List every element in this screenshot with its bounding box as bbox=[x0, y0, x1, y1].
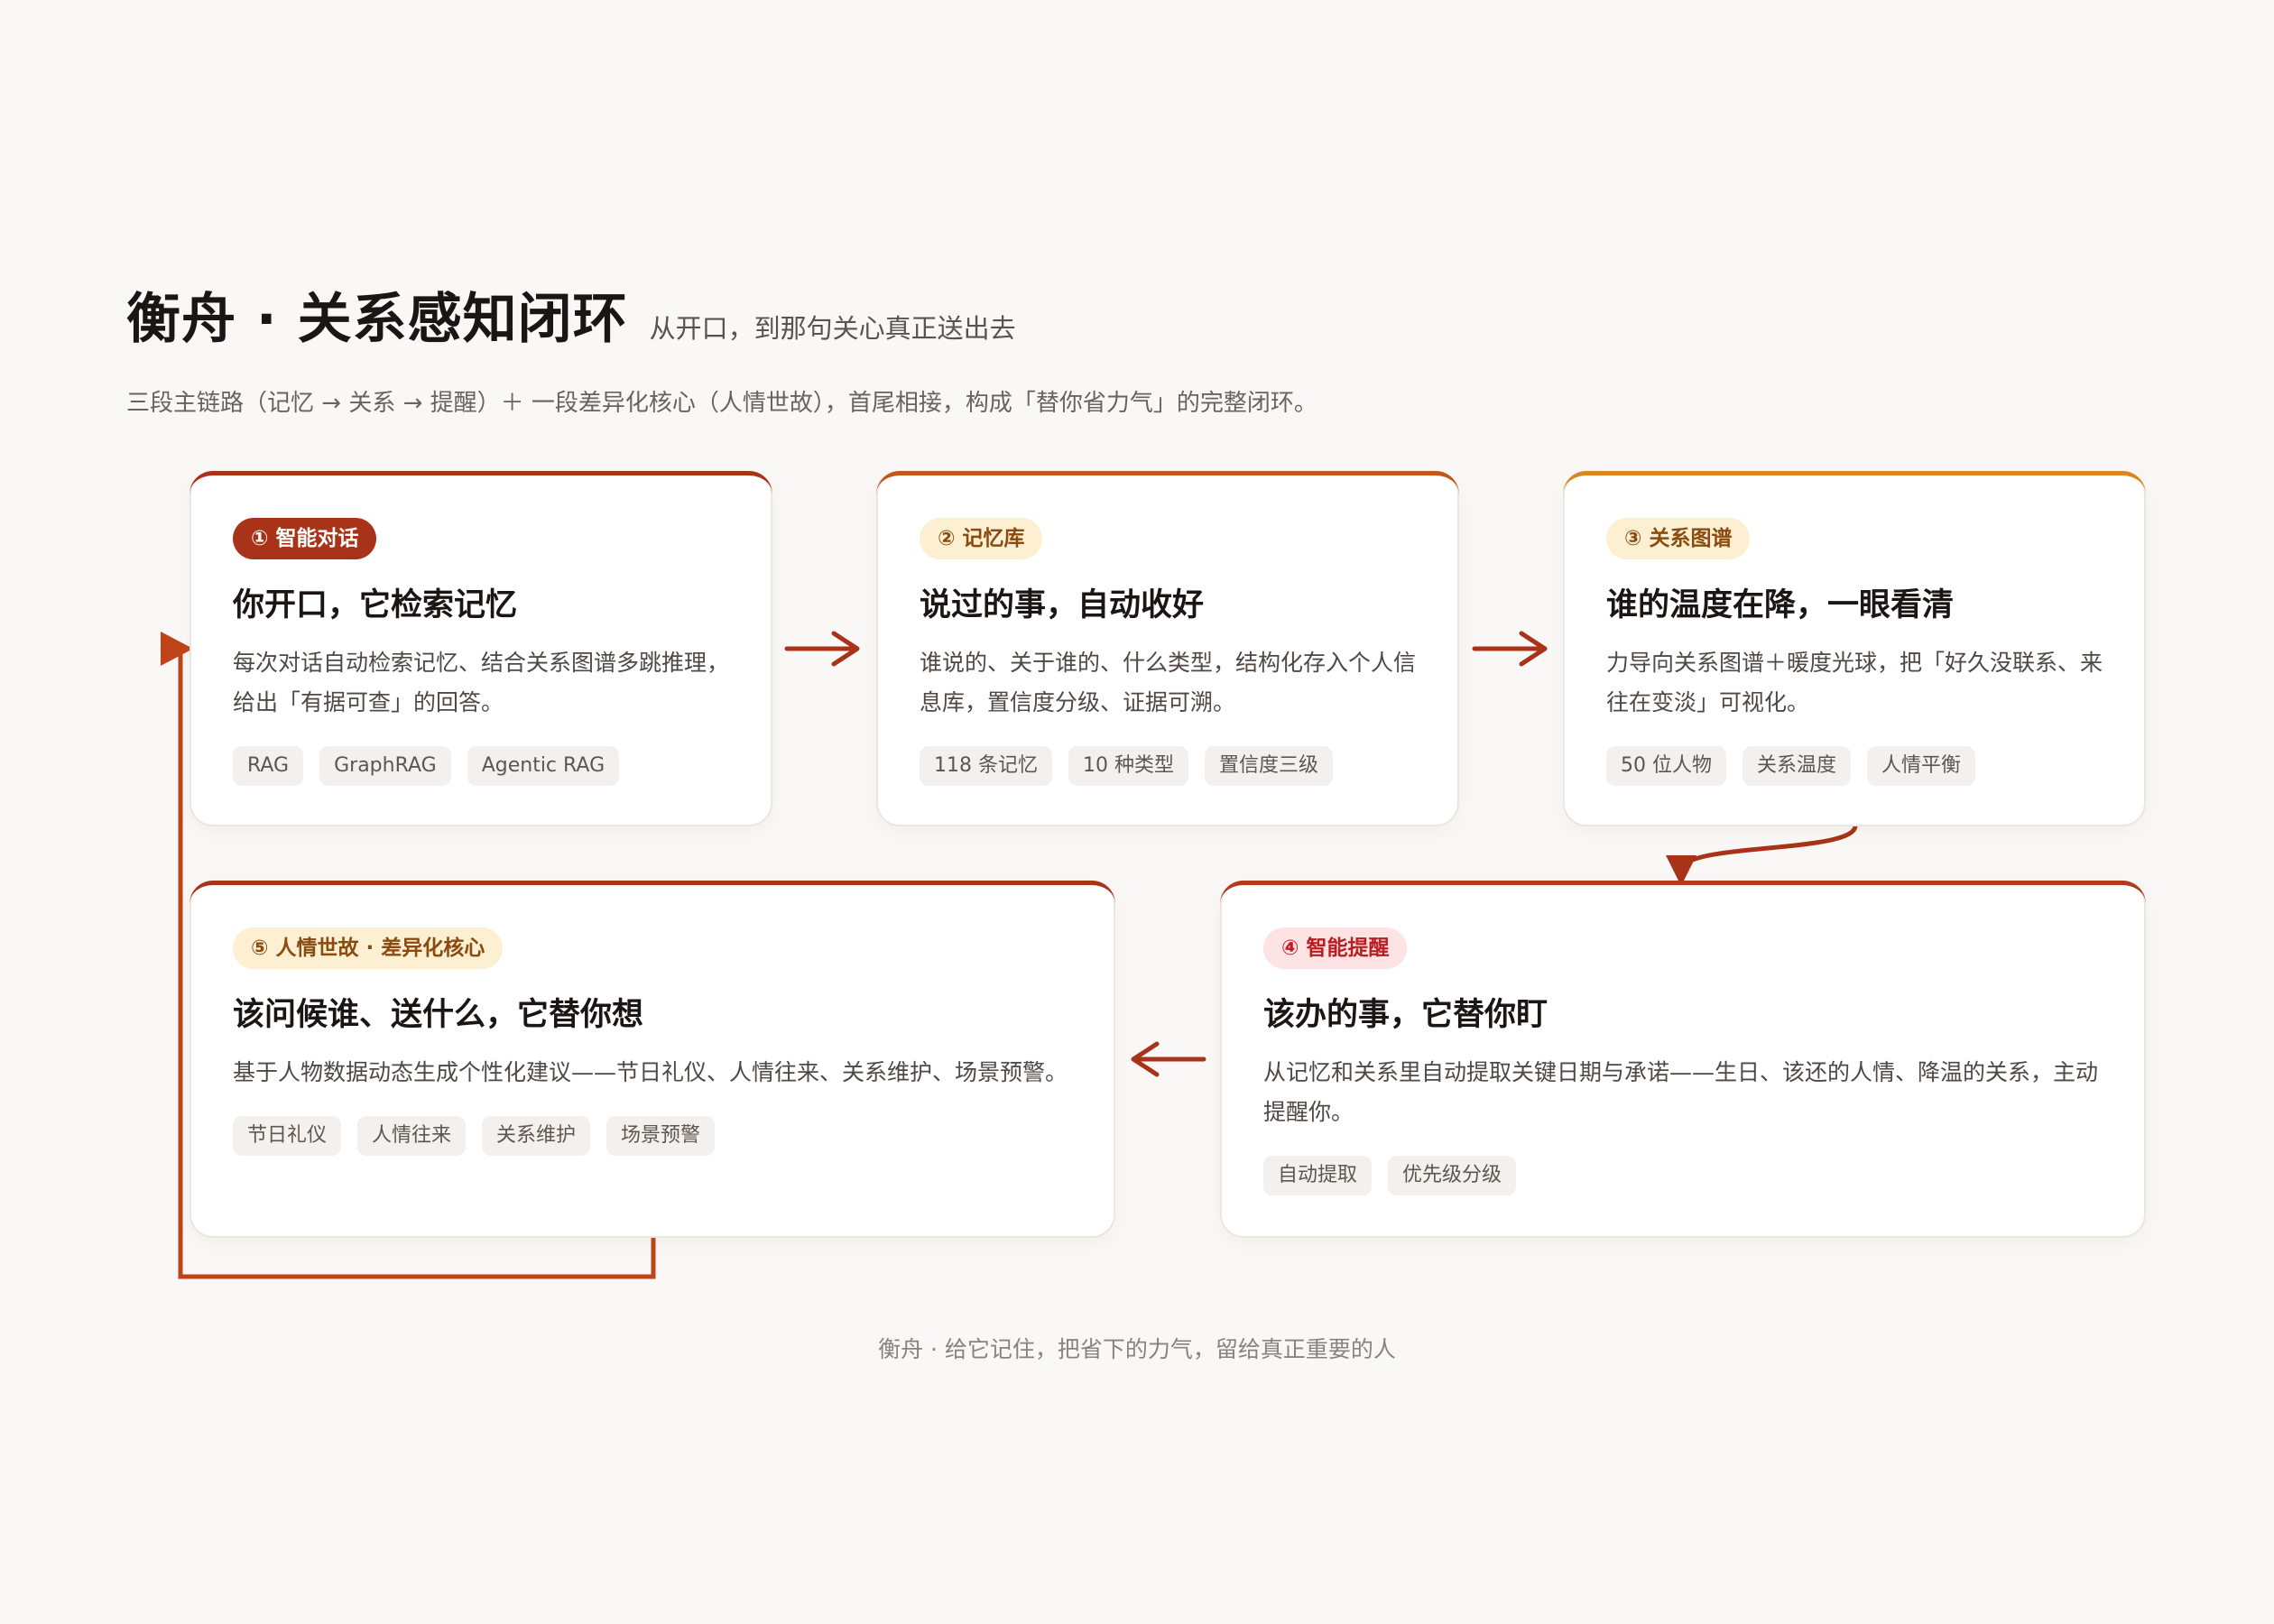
card-badge: ② 记忆库 bbox=[920, 518, 1043, 559]
arrow-reminder-to-etiquette bbox=[1131, 1041, 1206, 1077]
tag: 50 位人物 bbox=[1606, 746, 1726, 786]
tag: 关系维护 bbox=[482, 1116, 591, 1156]
card-title: 该办的事，它替你盯 bbox=[1263, 997, 1548, 1033]
tag: 场景预警 bbox=[606, 1116, 716, 1156]
tag: 10 种类型 bbox=[1068, 746, 1188, 786]
card-description: 基于人物数据动态生成个性化建议——节日礼仪、人情往来、关系维护、场景预警。 bbox=[233, 1059, 1068, 1085]
card-badge: ⑤ 人情世故 · 差异化核心 bbox=[233, 927, 504, 969]
card-description: 从记忆和关系里自动提取关键日期与承诺——生日、该还的人情、降温的关系，主动提醒你… bbox=[1263, 1059, 2099, 1125]
tag: 自动提取 bbox=[1263, 1156, 1373, 1195]
tag: Agentic RAG bbox=[467, 746, 620, 786]
card-description: 每次对话自动检索记忆、结合关系图谱多跳推理，给出「有据可查」的回答。 bbox=[233, 650, 730, 715]
card-description: 谁说的、关于谁的、什么类型，结构化存入个人信息库，置信度分级、证据可溯。 bbox=[920, 650, 1417, 715]
tag: 人情平衡 bbox=[1867, 746, 1976, 786]
tag: 优先级分级 bbox=[1388, 1156, 1517, 1195]
card-badge: ④ 智能提醒 bbox=[1263, 927, 1408, 969]
card-reminder: ④ 智能提醒 该办的事，它替你盯 从记忆和关系里自动提取关键日期与承诺——生日、… bbox=[1220, 881, 2146, 1238]
tag: 人情往来 bbox=[357, 1116, 467, 1156]
tag: 118 条记忆 bbox=[920, 746, 1052, 786]
card-tags: RAG GraphRAG Agentic RAG bbox=[233, 746, 729, 786]
tag: 节日礼仪 bbox=[233, 1116, 342, 1156]
card-title: 该问候谁、送什么，它替你想 bbox=[233, 997, 644, 1033]
arrow-memory-to-graph bbox=[1472, 631, 1548, 667]
card-tags: 节日礼仪 人情往来 关系维护 场景预警 bbox=[233, 1116, 1072, 1156]
card-badge: ③ 关系图谱 bbox=[1606, 518, 1751, 559]
card-tags: 118 条记忆 10 种类型 置信度三级 bbox=[920, 746, 1416, 786]
card-etiquette: ⑤ 人情世故 · 差异化核心 该问候谁、送什么，它替你想 基于人物数据动态生成个… bbox=[190, 881, 1115, 1238]
card-chat: ① 智能对话 你开口，它检索记忆 每次对话自动检索记忆、结合关系图谱多跳推理，给… bbox=[190, 471, 772, 826]
card-tags: 自动提取 优先级分级 bbox=[1263, 1156, 2103, 1195]
card-badge: ① 智能对话 bbox=[233, 518, 377, 559]
tag: GraphRAG bbox=[319, 746, 451, 786]
footer-caption: 衡舟 · 给它记住，把省下的力气，留给真正重要的人 bbox=[878, 1336, 1396, 1362]
card-graph: ③ 关系图谱 谁的温度在降，一眼看清 力导向关系图谱＋暖度光球，把「好久没联系、… bbox=[1563, 471, 2146, 826]
card-tags: 50 位人物 关系温度 人情平衡 bbox=[1606, 746, 2103, 786]
tag: RAG bbox=[233, 746, 304, 786]
card-memory: ② 记忆库 说过的事，自动收好 谁说的、关于谁的、什么类型，结构化存入个人信息库… bbox=[876, 471, 1459, 826]
arrow-graph-to-reminder bbox=[1666, 823, 1858, 886]
card-description: 力导向关系图谱＋暖度光球，把「好久没联系、来往在变淡」可视化。 bbox=[1606, 650, 2103, 715]
tag: 关系温度 bbox=[1742, 746, 1852, 786]
card-title: 你开口，它检索记忆 bbox=[233, 587, 518, 623]
arrow-chat-to-memory bbox=[784, 631, 860, 667]
card-title: 谁的温度在降，一眼看清 bbox=[1606, 587, 1955, 623]
card-title: 说过的事，自动收好 bbox=[920, 587, 1205, 623]
tag: 置信度三级 bbox=[1205, 746, 1334, 786]
